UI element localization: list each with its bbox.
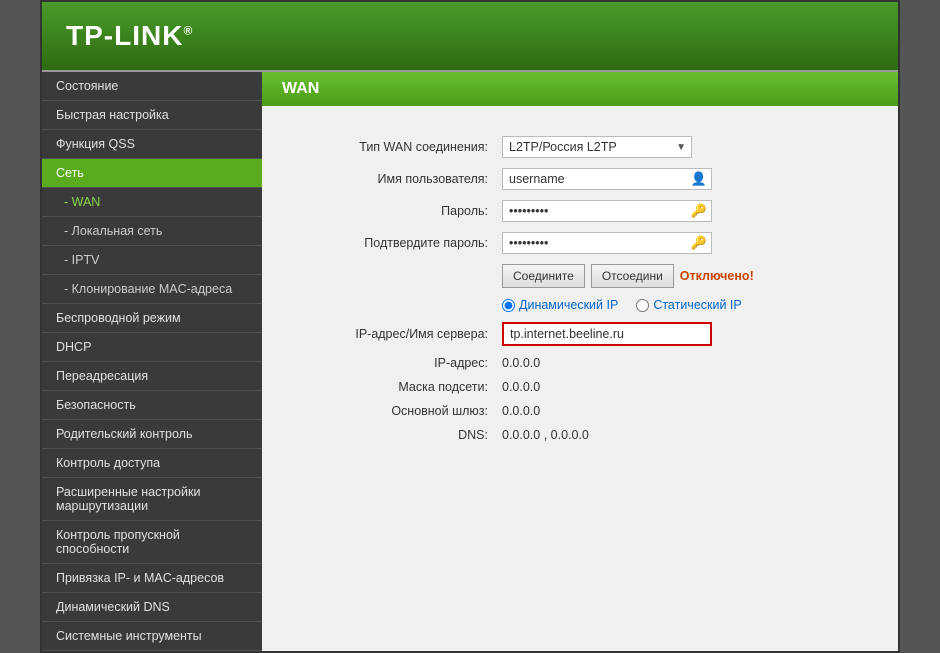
password-label: Пароль: <box>282 204 502 218</box>
router-window: TP-LINK® СостояниеБыстрая настройкаФункц… <box>40 0 900 653</box>
sidebar-item[interactable]: Расширенные настройки маршрутизации <box>42 478 262 521</box>
sidebar-item[interactable]: Контроль доступа <box>42 449 262 478</box>
password-input[interactable] <box>502 200 712 222</box>
sidebar-item[interactable]: Состояние <box>42 72 262 101</box>
username-control: 👤 <box>502 168 712 190</box>
wan-type-select[interactable]: L2TP/Россия L2TP PPPoE Динамический IP С… <box>502 136 692 158</box>
subnet-value: 0.0.0.0 <box>502 380 540 394</box>
username-input[interactable] <box>502 168 712 190</box>
wan-type-select-wrapper: L2TP/Россия L2TP PPPoE Динамический IP С… <box>502 136 692 158</box>
sidebar-item[interactable]: Быстрая настройка <box>42 101 262 130</box>
action-buttons: Соедините Отсоедини Отключено! <box>502 264 754 288</box>
dns-value: 0.0.0.0 , 0.0.0.0 <box>502 428 589 442</box>
sidebar-item[interactable]: Сеть <box>42 159 262 188</box>
username-label: Имя пользователя: <box>282 172 502 186</box>
ip-type-row: Динамический IP Статический IP <box>282 298 868 312</box>
static-ip-radio[interactable] <box>636 299 649 312</box>
disconnect-button[interactable]: Отсоедини <box>591 264 674 288</box>
sidebar: СостояниеБыстрая настройкаФункция QSSСет… <box>42 72 262 651</box>
sidebar-item[interactable]: DHCP <box>42 333 262 362</box>
sidebar-item[interactable]: - Локальная сеть <box>42 217 262 246</box>
sidebar-item[interactable]: Беспроводной режим <box>42 304 262 333</box>
username-input-wrapper: 👤 <box>502 168 712 190</box>
connect-button[interactable]: Соедините <box>502 264 585 288</box>
user-icon: 👤 <box>691 171 707 187</box>
dns-label: DNS: <box>282 428 502 442</box>
sidebar-item[interactable]: Контроль пропускной способности <box>42 521 262 564</box>
gateway-control: 0.0.0.0 <box>502 404 540 418</box>
ip-addr-control: 0.0.0.0 <box>502 356 540 370</box>
password-icon: 🔑 <box>691 203 707 219</box>
ip-addr-label: IP-адрес: <box>282 356 502 370</box>
gateway-value: 0.0.0.0 <box>502 404 540 418</box>
subnet-control: 0.0.0.0 <box>502 380 540 394</box>
password-input-wrapper: 🔑 <box>502 200 712 222</box>
header: TP-LINK® <box>42 2 898 70</box>
main-layout: СостояниеБыстрая настройкаФункция QSSСет… <box>42 70 898 651</box>
static-ip-radio-label[interactable]: Статический IP <box>636 298 741 312</box>
server-row: IP-адрес/Имя сервера: <box>282 322 868 346</box>
confirm-password-label: Подтвердите пароль: <box>282 236 502 250</box>
sidebar-item[interactable]: Системные инструменты <box>42 622 262 651</box>
sidebar-item[interactable]: Родительский контроль <box>42 420 262 449</box>
password-control: 🔑 <box>502 200 712 222</box>
dynamic-ip-label-text: Динамический IP <box>519 298 618 312</box>
sidebar-item[interactable]: Функция QSS <box>42 130 262 159</box>
sidebar-item[interactable]: - Клонирование MAC-адреса <box>42 275 262 304</box>
subnet-label: Маска подсети: <box>282 380 502 394</box>
ip-addr-value: 0.0.0.0 <box>502 356 540 370</box>
server-control <box>502 322 712 346</box>
confirm-password-input-wrapper: 🔑 <box>502 232 712 254</box>
ip-addr-row: IP-адрес: 0.0.0.0 <box>282 356 868 370</box>
dynamic-ip-radio[interactable] <box>502 299 515 312</box>
dns-row: DNS: 0.0.0.0 , 0.0.0.0 <box>282 428 868 442</box>
content-area: WAN Тип WAN соединения: L2TP/Россия L2TP… <box>262 72 898 651</box>
dns-control: 0.0.0.0 , 0.0.0.0 <box>502 428 589 442</box>
wan-type-row: Тип WAN соединения: L2TP/Россия L2TP PPP… <box>282 136 868 158</box>
username-row: Имя пользователя: 👤 <box>282 168 868 190</box>
buttons-row: Соедините Отсоедини Отключено! <box>282 264 868 288</box>
confirm-password-icon: 🔑 <box>691 235 707 251</box>
wan-type-control: L2TP/Россия L2TP PPPoE Динамический IP С… <box>502 136 692 158</box>
sidebar-item[interactable]: - WAN <box>42 188 262 217</box>
logo-text: TP-LINK <box>66 20 183 51</box>
confirm-password-control: 🔑 <box>502 232 712 254</box>
logo: TP-LINK® <box>66 20 874 52</box>
confirm-password-row: Подтвердите пароль: 🔑 <box>282 232 868 254</box>
sidebar-item[interactable]: Переадресация <box>42 362 262 391</box>
connection-status: Отключено! <box>680 269 754 283</box>
server-input[interactable] <box>502 322 712 346</box>
server-label: IP-адрес/Имя сервера: <box>282 327 502 341</box>
gateway-label: Основной шлюз: <box>282 404 502 418</box>
static-ip-label-text: Статический IP <box>653 298 741 312</box>
section-title: WAN <box>262 72 898 106</box>
sidebar-item[interactable]: Привязка IP- и MAC-адресов <box>42 564 262 593</box>
sidebar-item[interactable]: - IPTV <box>42 246 262 275</box>
sidebar-item[interactable]: Динамический DNS <box>42 593 262 622</box>
confirm-password-input[interactable] <box>502 232 712 254</box>
wan-type-label: Тип WAN соединения: <box>282 140 502 154</box>
password-row: Пароль: 🔑 <box>282 200 868 222</box>
ip-type-radio-group: Динамический IP Статический IP <box>502 298 742 312</box>
subnet-row: Маска подсети: 0.0.0.0 <box>282 380 868 394</box>
gateway-row: Основной шлюз: 0.0.0.0 <box>282 404 868 418</box>
logo-trademark: ® <box>183 24 193 38</box>
dynamic-ip-radio-label[interactable]: Динамический IP <box>502 298 618 312</box>
sidebar-item[interactable]: Безопасность <box>42 391 262 420</box>
wan-form: Тип WAN соединения: L2TP/Россия L2TP PPP… <box>262 126 898 472</box>
